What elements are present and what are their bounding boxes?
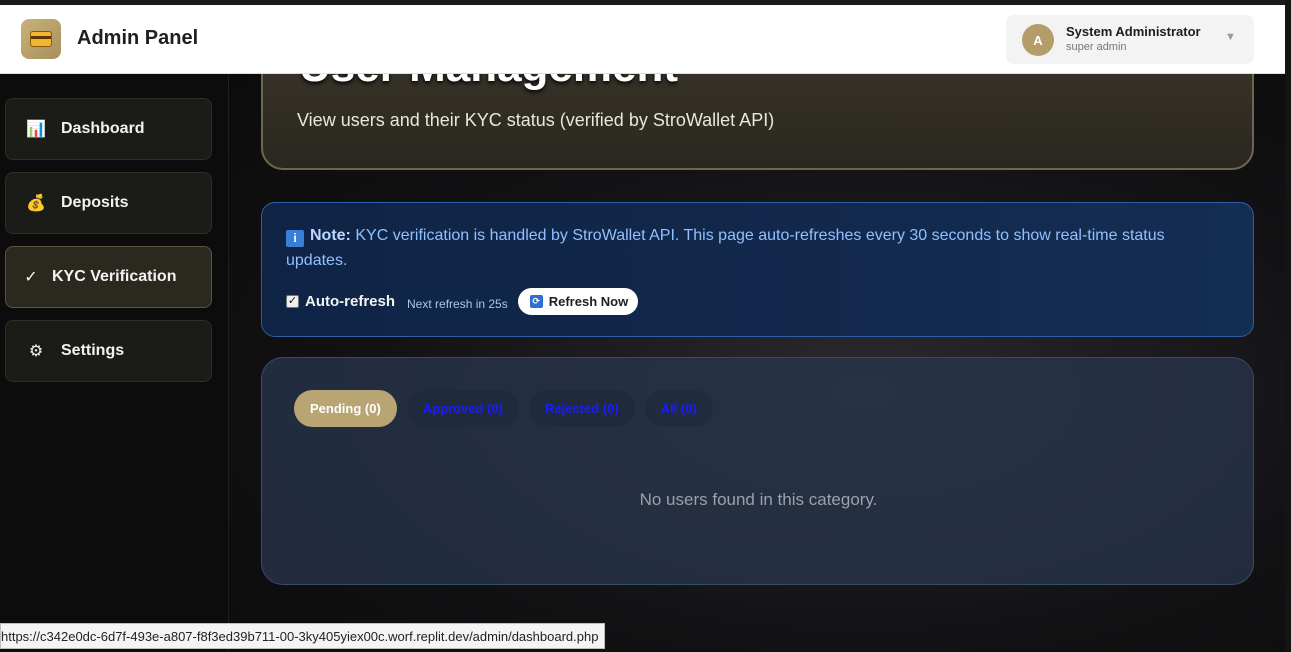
- avatar: A: [1022, 24, 1054, 56]
- sidebar-item-label: Settings: [61, 342, 125, 359]
- status-bar-url: https://c342e0dc-6d7f-493e-a807-f8f3ed39…: [0, 623, 606, 649]
- auto-refresh-label[interactable]: Auto-refresh: [305, 293, 395, 310]
- refresh-controls: ✓ Auto-refresh Next refresh in 25s ⟳ Ref…: [286, 287, 639, 315]
- tab-approved[interactable]: Approved (0): [406, 390, 519, 427]
- credit-card-icon: [30, 31, 52, 47]
- bar-chart-icon: 📊: [26, 121, 46, 138]
- refresh-icon: ⟳: [529, 294, 543, 308]
- top-header: Admin Panel A System Administrator super…: [0, 5, 1285, 74]
- user-menu[interactable]: A System Administrator super admin ▼: [1006, 15, 1254, 64]
- refresh-button-label: Refresh Now: [548, 293, 629, 309]
- main-content: User Management View users and their KYC…: [229, 74, 1285, 652]
- sidebar-item-label: Deposits: [61, 194, 129, 211]
- chevron-down-icon[interactable]: ▼: [1225, 31, 1236, 43]
- sidebar-item-settings[interactable]: ⚙ Settings: [5, 320, 212, 382]
- info-icon: i: [286, 230, 304, 247]
- sidebar-item-label: KYC Verification: [52, 268, 177, 285]
- sidebar-item-deposits[interactable]: 💰 Deposits: [5, 172, 212, 234]
- sidebar-item-kyc-verification[interactable]: ✓ KYC Verification: [5, 246, 212, 308]
- gear-icon: ⚙: [28, 343, 44, 360]
- page-header-card: User Management View users and their KYC…: [261, 74, 1254, 170]
- sidebar-item-label: Dashboard: [61, 120, 145, 137]
- refresh-now-button[interactable]: ⟳ Refresh Now: [517, 287, 639, 315]
- sidebar: 📊 Dashboard 💰 Deposits ✓ KYC Verificatio…: [0, 74, 229, 652]
- user-role: super admin: [1066, 41, 1127, 53]
- note-text-block: i Note: KYC verification is handled by St…: [286, 223, 1226, 273]
- sidebar-item-dashboard[interactable]: 📊 Dashboard: [5, 98, 212, 160]
- check-icon: ✓: [24, 269, 38, 286]
- info-note: i Note: KYC verification is handled by St…: [261, 202, 1254, 337]
- users-panel: Pending (0) Approved (0) Rejected (0) Al…: [261, 357, 1254, 585]
- money-bag-icon: 💰: [26, 195, 46, 212]
- empty-state-message: No users found in this category.: [639, 490, 878, 509]
- status-tabs: Pending (0) Approved (0) Rejected (0) Al…: [294, 390, 713, 427]
- tab-all[interactable]: All (0): [644, 390, 713, 427]
- note-text: KYC verification is handled by StroWalle…: [286, 227, 1165, 269]
- next-refresh-countdown: Next refresh in 25s: [407, 296, 508, 311]
- tab-pending[interactable]: Pending (0): [294, 390, 397, 427]
- user-name: System Administrator: [1066, 24, 1201, 39]
- page-subtitle: View users and their KYC status (verifie…: [297, 110, 775, 130]
- note-label: Note:: [310, 227, 351, 244]
- app-title: Admin Panel: [77, 27, 199, 49]
- tab-rejected[interactable]: Rejected (0): [528, 390, 635, 427]
- page-title: User Management: [299, 74, 678, 98]
- auto-refresh-checkbox[interactable]: ✓: [286, 294, 299, 308]
- window-right-edge: [1285, 0, 1291, 652]
- logo[interactable]: [21, 19, 61, 59]
